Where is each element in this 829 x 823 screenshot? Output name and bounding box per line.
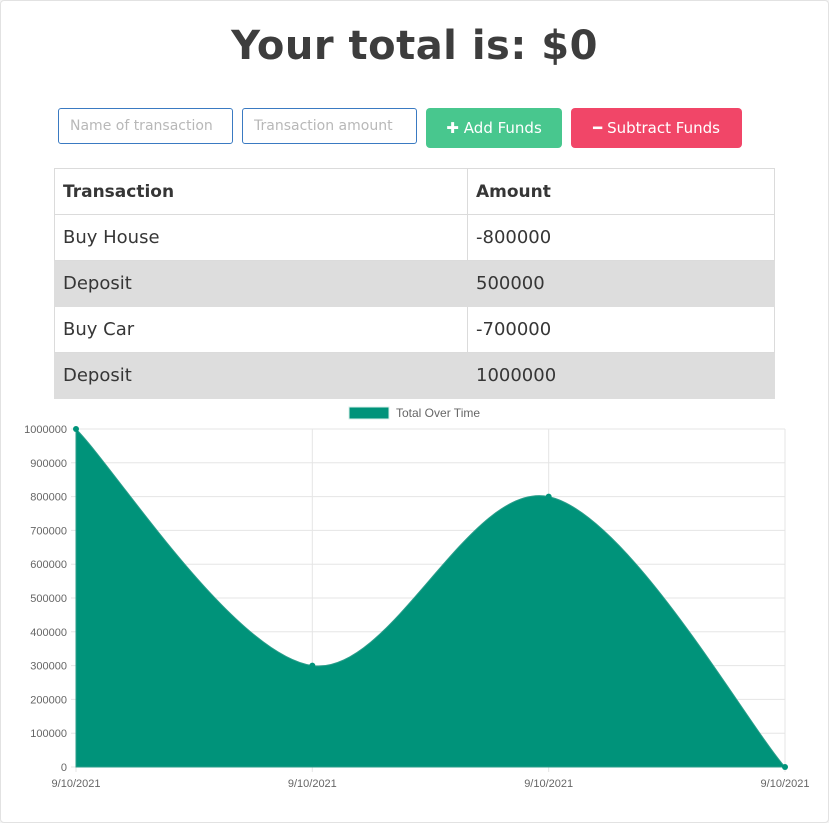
y-tick-label: 100000 (30, 728, 67, 740)
total-over-time-chart: 0 100000 200000 300000 400000 500000 600000 700… (24, 406, 810, 790)
legend-label: Total Over Time (396, 406, 480, 420)
table-row: Buy Car -700000 (54, 306, 775, 353)
x-tick-label: 9/10/2021 (524, 778, 573, 790)
x-tick-label: 9/10/2021 (288, 778, 337, 790)
y-tick-label: 900000 (30, 458, 67, 470)
y-tick-label: 700000 (30, 525, 67, 537)
page-card: Your total is: $0 ✚Add Funds ━Subtract F… (0, 0, 829, 823)
total-heading: Your total is: $0 (231, 23, 598, 69)
table-row: Deposit 500000 (54, 260, 775, 307)
y-tick-label: 600000 (30, 559, 67, 571)
data-point (73, 426, 79, 432)
x-tick-label: 9/10/2021 (761, 778, 810, 790)
transaction-amount-input[interactable] (242, 108, 417, 144)
column-header: Amount (467, 168, 775, 215)
y-tick-label: 800000 (30, 492, 67, 504)
data-point (782, 764, 788, 770)
add-funds-button[interactable]: ✚ Add Funds (426, 108, 562, 148)
x-tick-label: 9/10/2021 (52, 778, 101, 790)
table-row: Deposit 1000000 (54, 352, 775, 399)
data-point (309, 662, 316, 669)
table-row: Buy House -800000 (54, 214, 775, 261)
column-header: Transaction (54, 168, 468, 215)
transactions-table: Transaction Amount Buy House -800000 Depos… (54, 168, 775, 399)
y-tick-label: 1000000 (24, 424, 67, 436)
y-tick-label: 500000 (30, 593, 67, 605)
minus-icon: ━ (593, 119, 603, 137)
y-tick-label: 0 (61, 762, 67, 774)
transaction-name-input[interactable] (58, 108, 233, 144)
subtract-funds-button[interactable]: ━ Subtract Funds (571, 108, 742, 148)
plus-icon: ✚ (446, 119, 459, 137)
y-tick-label: 300000 (30, 661, 67, 673)
y-tick-label: 400000 (30, 627, 67, 639)
y-tick-label: 200000 (30, 694, 67, 706)
transaction-form: ✚Add Funds ━Subtract Funds (58, 108, 742, 148)
data-point (545, 493, 552, 500)
legend-swatch (348, 406, 390, 420)
